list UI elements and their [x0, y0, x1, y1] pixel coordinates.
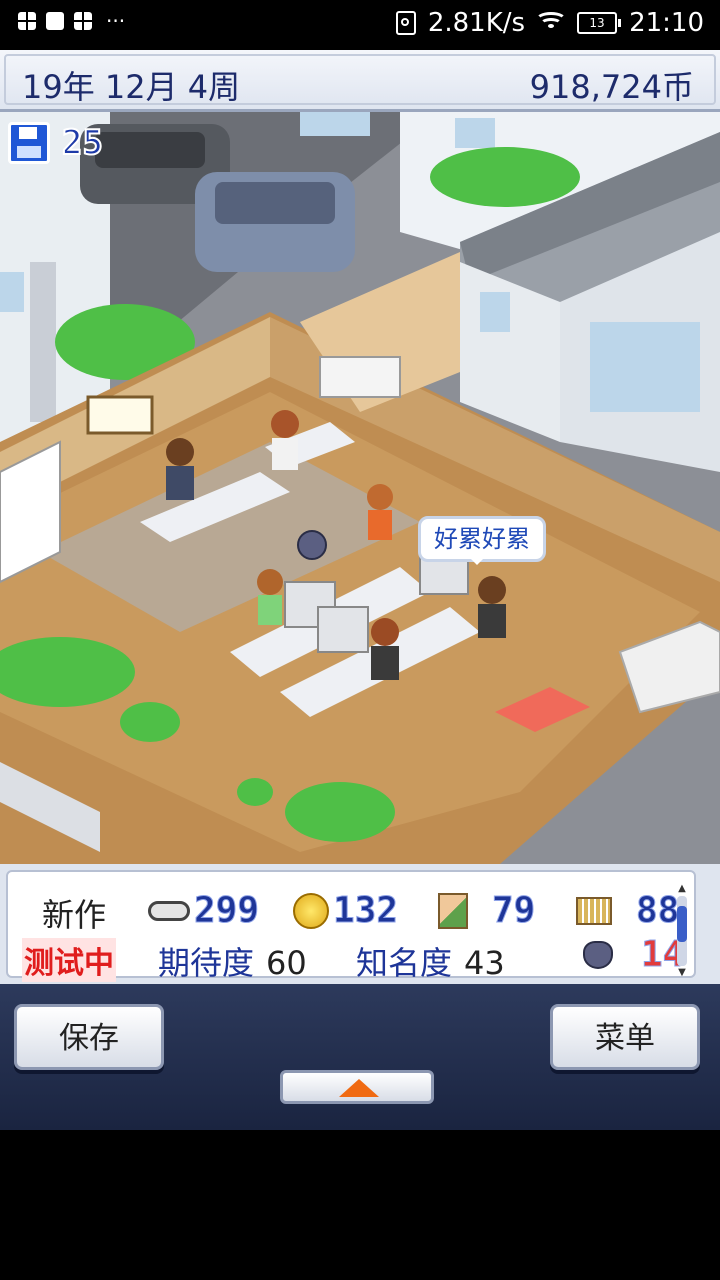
new-game-label: 新作 — [42, 896, 107, 934]
stat-bugs: 14 — [583, 934, 685, 976]
office-illustration — [0, 112, 720, 864]
graphics-value: 79 — [491, 890, 536, 932]
save-counter: 25 — [8, 122, 104, 164]
arrow-up-icon — [339, 1079, 379, 1097]
sound-value: 88 — [635, 890, 680, 932]
project-card[interactable]: 新作 测试中 299 132 79 88 期待度 60 知名度 43 14 ▲ … — [6, 870, 696, 982]
battery-icon: 13 — [577, 12, 622, 34]
bottom-controls: 保存 菜单 — [0, 984, 720, 1130]
music-keyboard-icon — [576, 896, 612, 925]
clock: 21:10 — [629, 8, 704, 38]
more-notifications-icon: ··· — [106, 9, 126, 33]
network-speed: 2.81K/s — [427, 8, 526, 38]
app-grid-icon — [74, 12, 92, 30]
fame-label: 知名度 — [356, 944, 453, 982]
image-icon — [46, 12, 64, 30]
gamepad-icon — [148, 900, 190, 921]
lightbulb-icon — [293, 892, 329, 929]
project-info-panel: 新作 测试中 299 132 79 88 期待度 60 知名度 43 14 ▲ … — [0, 864, 720, 984]
fame-value: 43 — [464, 944, 505, 982]
sim-icon — [395, 11, 416, 35]
speech-bubble: 好累好累 — [418, 516, 546, 565]
expectation-label: 期待度 — [158, 944, 255, 982]
stat-creativity: 132 — [293, 890, 399, 932]
testing-status: 测试中 — [22, 938, 116, 982]
scroll-thumb[interactable] — [677, 906, 687, 942]
stat-sound: 88 — [576, 890, 680, 932]
scroll-down-icon[interactable]: ▼ — [676, 968, 688, 978]
office-scene[interactable]: 25 好累好累 — [0, 112, 720, 864]
fame-row: 知名度 43 — [356, 938, 505, 984]
app-grid-icon — [18, 12, 36, 30]
stat-fun: 299 — [148, 890, 260, 932]
money-display: 918,724币 — [529, 68, 694, 106]
panel-scrollbar[interactable]: ▲ ▼ — [676, 884, 688, 980]
stat-graphics: 79 — [438, 890, 536, 932]
expectation-row: 期待度 60 — [158, 938, 307, 984]
save-button[interactable]: 保存 — [14, 1004, 164, 1070]
scroll-up-icon[interactable]: ▲ — [676, 884, 688, 894]
wifi-icon — [535, 12, 568, 34]
expand-panel-button[interactable] — [280, 1070, 434, 1104]
fun-value: 299 — [193, 890, 260, 932]
bug-icon — [583, 940, 613, 969]
game-date: 19年 12月 4周 — [22, 68, 241, 106]
menu-button[interactable]: 菜单 — [550, 1004, 700, 1070]
paint-palette-icon — [438, 892, 468, 929]
creativity-value: 132 — [332, 890, 399, 932]
save-count-value: 25 — [61, 122, 104, 164]
expectation-value: 60 — [266, 944, 307, 982]
status-bar: ··· 2.81K/s 13 21:10 — [0, 0, 720, 50]
floppy-disk-icon — [8, 122, 50, 164]
game-top-bar: 19年 12月 4周 918,724币 — [0, 50, 720, 112]
notification-icons: ··· — [18, 9, 126, 33]
